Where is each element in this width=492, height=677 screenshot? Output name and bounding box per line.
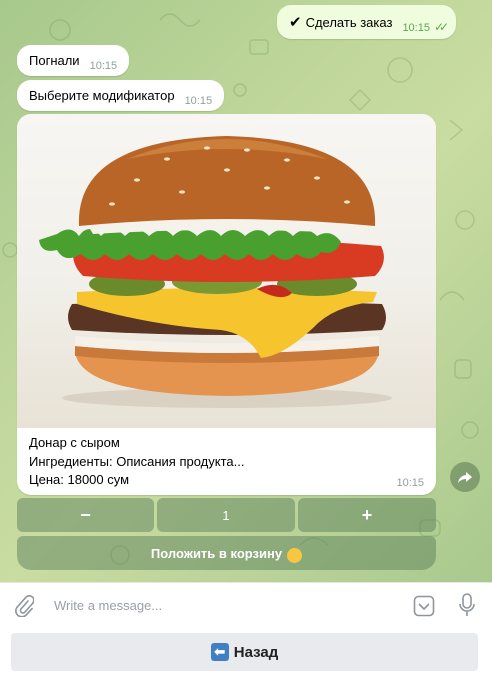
share-arrow-icon [458, 472, 472, 483]
product-message-time: 10:15 [396, 477, 424, 489]
keyboard-toggle-icon[interactable] [413, 595, 435, 617]
share-button[interactable] [450, 462, 480, 492]
chat-background: ✔ Сделать заказ 10:15 ✓✓ Погнали 10:15 Выбер… [0, 0, 492, 582]
smile-icon [287, 547, 303, 563]
outgoing-message-text: Сделать заказ [305, 15, 393, 30]
incoming-message: Выберите модификатор 10:15 [17, 80, 225, 111]
message-composer: Write a message... [0, 582, 492, 627]
product-photo[interactable] [17, 114, 436, 428]
back-button[interactable]: ⬅ Назад [11, 633, 478, 671]
plus-label: + [361, 504, 373, 525]
product-caption: Донар с сыром Ингредиенты: Описания прод… [29, 434, 244, 490]
product-price: Цена: 18000 сум [29, 472, 130, 487]
message-input[interactable]: Write a message... [54, 598, 162, 613]
quantity-value: 1 [222, 507, 230, 523]
incoming-message-text: Погнали [29, 53, 80, 68]
reply-keyboard: ⬅ Назад [0, 627, 492, 677]
decrease-quantity-button[interactable]: − [17, 498, 154, 532]
product-name: Донар с сыром [29, 435, 120, 450]
product-ingredients: Ингредиенты: Описания продукта... [29, 453, 245, 469]
incoming-message-text: Выберите модификатор [29, 88, 175, 103]
back-button-label: Назад [233, 643, 279, 661]
incoming-message-time: 10:15 [184, 95, 213, 107]
quantity-button[interactable]: 1 [157, 498, 295, 532]
incoming-message-time: 10:15 [89, 60, 118, 72]
burger-image [39, 136, 392, 408]
paperclip-icon[interactable] [14, 595, 34, 617]
back-arrow-icon: ⬅ [210, 643, 229, 661]
outgoing-message: ✔ Сделать заказ 10:15 ✓✓ [277, 5, 457, 39]
check-icon: ✔ [289, 14, 302, 31]
minus-label: − [80, 504, 91, 525]
product-message: Донар с сыром Ингредиенты: Описания прод… [17, 114, 436, 495]
outgoing-message-time: 10:15 [402, 22, 430, 34]
add-to-cart-label: Положить в корзину [150, 545, 283, 561]
add-to-cart-button[interactable]: Положить в корзину [17, 536, 436, 570]
incoming-message: Погнали 10:15 [17, 45, 130, 76]
increase-quantity-button[interactable]: + [298, 498, 436, 532]
microphone-icon[interactable] [458, 593, 476, 618]
double-check-icon: ✓✓ [433, 20, 449, 34]
